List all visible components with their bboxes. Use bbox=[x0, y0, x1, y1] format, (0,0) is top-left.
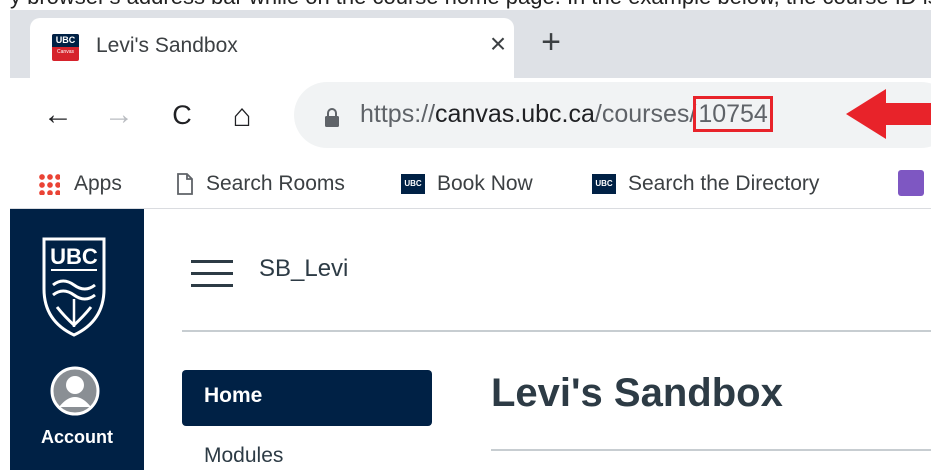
reload-icon[interactable]: C bbox=[162, 95, 202, 135]
annotation-arrow-icon bbox=[846, 89, 931, 139]
document-icon bbox=[177, 173, 193, 196]
browser-tab-active[interactable]: UBC Canvas Levi's Sandbox × bbox=[30, 18, 514, 78]
bookmark-book-now[interactable]: UBC Book Now bbox=[401, 169, 533, 199]
extension-icon[interactable] bbox=[898, 170, 924, 196]
favicon-ubc-text: UBC bbox=[52, 34, 79, 47]
breadcrumb-course-code[interactable]: SB_Levi bbox=[259, 255, 348, 283]
address-bar[interactable]: https://canvas.ubc.ca/courses/10754 bbox=[294, 82, 931, 148]
ubc-badge-icon: UBC bbox=[592, 174, 616, 195]
back-icon[interactable]: ← bbox=[38, 95, 78, 135]
ubc-badge-icon: UBC bbox=[401, 174, 425, 195]
browser-toolbar: ← → C ⌂ https://canvas.ubc.ca/courses/10… bbox=[10, 78, 931, 160]
url-path: /courses/ bbox=[594, 100, 697, 128]
bookmarks-bar: Apps Search Rooms UBC Book Now UBC Search … bbox=[10, 160, 931, 209]
bookmark-search-directory[interactable]: UBC Search the Directory bbox=[592, 169, 862, 199]
hamburger-menu-icon[interactable] bbox=[191, 258, 233, 288]
instruction-caption-fragment: y browser's address bar while on the cou… bbox=[0, 0, 931, 10]
bookmark-search-directory-label: Search the Directory bbox=[628, 172, 820, 195]
url-host: canvas.ubc.ca bbox=[435, 100, 595, 128]
bookmark-search-rooms-label: Search Rooms bbox=[206, 172, 345, 195]
bookmark-search-rooms[interactable]: Search Rooms bbox=[176, 169, 345, 199]
bookmark-book-now-label: Book Now bbox=[437, 172, 533, 195]
new-tab-icon[interactable]: + bbox=[533, 24, 569, 60]
url-scheme: https:// bbox=[360, 100, 436, 128]
url-text: https://canvas.ubc.ca/courses/10754 bbox=[360, 96, 773, 132]
bookmark-apps[interactable]: Apps bbox=[38, 169, 122, 199]
favicon-canvas-text: Canvas bbox=[57, 49, 74, 55]
course-nav-home[interactable]: Home bbox=[182, 370, 432, 426]
account-nav-label[interactable]: Account bbox=[10, 427, 144, 448]
title-divider bbox=[491, 449, 931, 451]
course-id-highlight: 10754 bbox=[693, 96, 773, 132]
lock-icon bbox=[325, 108, 339, 127]
close-tab-icon[interactable]: × bbox=[483, 29, 513, 59]
home-icon[interactable]: ⌂ bbox=[222, 95, 262, 135]
caption-text: y browser's address bar while on the cou… bbox=[10, 0, 931, 8]
apps-grid-icon bbox=[38, 173, 60, 196]
course-nav-modules[interactable]: Modules bbox=[204, 444, 283, 468]
canvas-global-nav: UBC Account bbox=[10, 209, 144, 470]
page-title: Levi's Sandbox bbox=[491, 371, 783, 415]
ubc-crest-logo: UBC bbox=[42, 237, 106, 337]
course-nav-home-label: Home bbox=[204, 384, 263, 407]
bookmark-apps-label: Apps bbox=[74, 172, 122, 195]
header-divider bbox=[182, 330, 931, 332]
crest-text: UBC bbox=[50, 244, 98, 269]
browser-tabstrip: UBC Canvas Levi's Sandbox × + bbox=[10, 10, 931, 78]
tab-title: Levi's Sandbox bbox=[96, 34, 238, 57]
canvas-favicon-icon: UBC Canvas bbox=[52, 34, 79, 61]
account-avatar-icon[interactable] bbox=[50, 366, 100, 416]
forward-icon[interactable]: → bbox=[99, 95, 139, 135]
